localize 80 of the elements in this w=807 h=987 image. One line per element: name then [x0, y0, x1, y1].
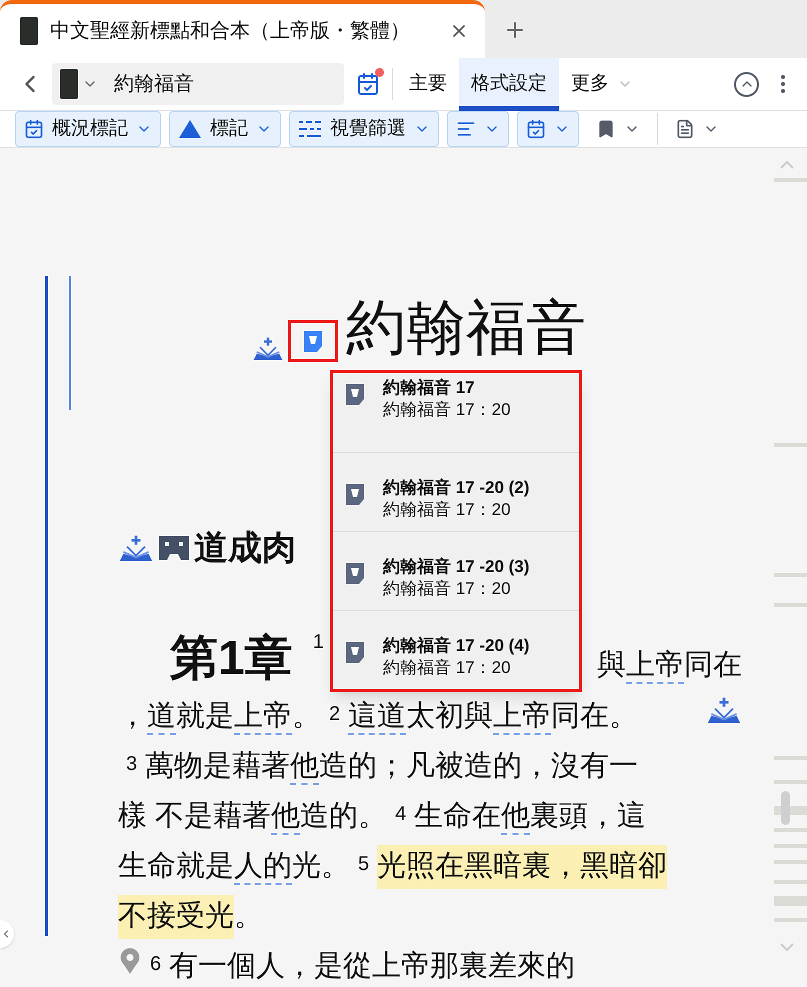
item-reference: 約翰福音 17：20 [383, 499, 512, 522]
verse-text: 。 [234, 899, 263, 934]
verse-text: 同在。 [551, 699, 638, 734]
popup-item[interactable]: 約翰福音 17 -20 (3) 約翰福音 17：20 [333, 531, 579, 610]
linked-word[interactable]: 他 [501, 800, 530, 836]
verse-text: 太初與 [406, 699, 494, 734]
item-reference: 約翰福音 17：20 [383, 657, 512, 680]
highlighted-text: 光照在黑暗裏，黑暗卻 [377, 845, 668, 888]
linked-word[interactable]: 他 [290, 750, 320, 786]
linked-word[interactable]: 上帝 [493, 700, 552, 736]
verse-text: 與 [597, 648, 626, 683]
ribbon-tab[interactable]: 格式設定 [459, 58, 559, 110]
popup-item[interactable]: 約翰福音 17 -20 (2) 約翰福音 17：20 [333, 452, 579, 531]
verse-text: 同在 [684, 648, 742, 683]
pin-icon [118, 947, 142, 975]
format-button[interactable] [447, 111, 509, 147]
browser-tab[interactable]: 中文聖經新標點和合本（上帝版・繁體） [0, 0, 485, 58]
linked-word[interactable]: 他 [271, 800, 300, 836]
verse-text: 就是 [176, 699, 234, 734]
linked-word[interactable]: 道 [147, 700, 176, 736]
triangle-icon [178, 119, 202, 139]
calendar-check-icon [526, 119, 546, 139]
linked-word[interactable]: 人的 [234, 850, 292, 886]
item-title: 約翰福音 17 -20 (3) [383, 556, 530, 578]
format-button[interactable]: 視覺篩選 [289, 111, 439, 147]
document-icon [675, 119, 695, 139]
tab-title: 中文聖經新標點和合本（上帝版・繁體） [50, 19, 411, 44]
dashed-lines-icon [298, 119, 322, 139]
item-title: 約翰福音 17 -20 (4) [383, 635, 530, 657]
note-icon [345, 482, 365, 506]
note-icon [345, 382, 365, 406]
section-heading: 道成肉 [194, 528, 296, 568]
linked-word[interactable]: 上帝 [626, 649, 684, 684]
verse-text: 有一個人，是從上帝那裏差來的 [169, 949, 576, 984]
verse-number: 2 [329, 702, 340, 727]
verse-text: 光。 [292, 849, 350, 884]
verse-text: 萬物是藉著 [145, 749, 290, 784]
book-title: 約翰福音 [346, 298, 586, 358]
linked-word[interactable]: 上帝 [234, 700, 292, 736]
ribbon-tab[interactable]: 更多 [559, 58, 645, 110]
book-cover-icon [20, 17, 38, 45]
verse-number: 3 [126, 752, 138, 777]
collapse-icon[interactable] [734, 72, 759, 96]
highlight-frame[interactable] [288, 320, 338, 362]
format-button[interactable]: 標記 [169, 111, 281, 147]
book-plus-icon [252, 336, 284, 362]
cup-icon [303, 329, 323, 353]
note-icon [345, 561, 365, 585]
book-plus-icon [706, 696, 742, 725]
popup-item[interactable]: 約翰福音 17 約翰福音 17：20 [333, 373, 579, 452]
verse-text: 生命就是 [118, 849, 234, 884]
book-plus-icon [118, 534, 154, 562]
item-reference: 約翰福音 17：20 [383, 578, 512, 600]
verse-text: ， [118, 699, 147, 734]
highlighted-text: 不接受光 [118, 895, 234, 938]
format-button[interactable] [517, 111, 579, 147]
verse-text: 樣 不是藉著 [118, 799, 272, 834]
item-reference: 約翰福音 17：20 [383, 399, 511, 422]
linked-word[interactable]: 這道 [348, 700, 406, 736]
verse-number: 4 [395, 802, 406, 827]
verse-text: 造的。 [300, 799, 388, 834]
ribbon-tab[interactable]: 主要 [397, 58, 459, 110]
format-button[interactable]: 概況標記 [15, 111, 161, 147]
verse-text: 生命在 [414, 799, 502, 834]
item-title: 約翰福音 17 [383, 377, 476, 399]
popup-item[interactable]: 約翰福音 17 -20 (4) 約翰福音 17：20 [333, 610, 579, 689]
verse-text: 裏頭，這 [530, 799, 646, 834]
chapter-heading: 第1章 [170, 631, 293, 687]
verse-text: 造的；凡被造的，沒有一 [319, 749, 638, 784]
gamepad-icon [158, 534, 190, 562]
book-cover-icon [60, 69, 78, 99]
item-title: 約翰福音 17 -20 (2) [383, 477, 530, 499]
verse-number: 1 [312, 630, 324, 655]
verse-number: 6 [150, 952, 162, 977]
calendar-icon[interactable] [356, 72, 380, 96]
chevron-handle[interactable] [0, 920, 14, 948]
verse-text: 。 [292, 699, 321, 734]
verse-number: 5 [358, 852, 370, 877]
note-icon [345, 640, 365, 664]
book-selector[interactable]: 約翰福音 [52, 63, 344, 105]
